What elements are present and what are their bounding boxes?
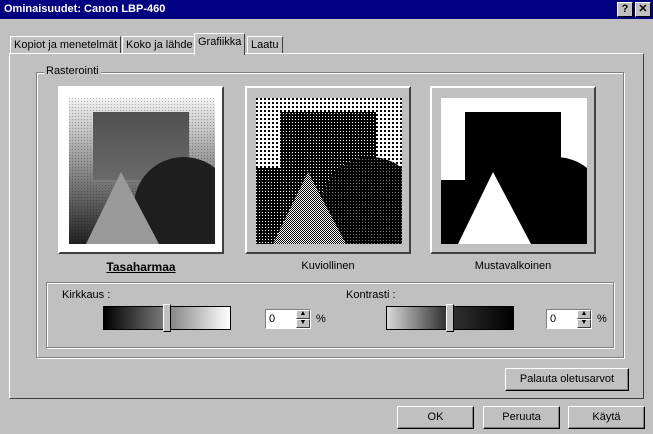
ok-button[interactable]: OK [397,406,474,429]
close-button[interactable]: ✕ [635,2,651,17]
window-title: Ominaisuudet: Canon LBP-460 [4,3,166,15]
tab-laatu[interactable]: Laatu [247,36,283,53]
apply-button[interactable]: Käytä [568,406,645,429]
option-kuviollinen-label[interactable]: Kuviollinen [245,260,411,272]
tab-kopiot[interactable]: Kopiot ja menetelmät [10,36,122,53]
option-tasaharmaa-label[interactable]: Tasaharmaa [58,260,224,274]
spin-up-arrow-icon[interactable]: ▲ [296,310,310,319]
preview-mustavalkoinen[interactable] [430,86,596,254]
reset-defaults-button[interactable]: Palauta oletusarvot [505,368,629,391]
spin-down-arrow-icon[interactable]: ▼ [296,319,310,328]
tab-koko[interactable]: Koko ja lähde [122,36,197,53]
option-mustavalkoinen-label[interactable]: Mustavalkoinen [430,260,596,272]
patterned-preview-image [256,98,402,244]
contrast-value[interactable]: 0 [550,313,556,325]
brightness-value[interactable]: 0 [269,313,275,325]
brightness-slider[interactable] [103,304,231,332]
brightness-unit: % [316,313,326,325]
contrast-unit: % [597,313,607,325]
preview-kuviollinen[interactable] [245,86,411,254]
spin-up-arrow-icon[interactable]: ▲ [577,310,591,319]
properties-dialog: Ominaisuudet: Canon LBP-460 ? ✕ Kopiot j… [0,0,653,434]
contrast-label: Kontrasti : [346,289,396,301]
brightness-slider-thumb[interactable] [163,304,171,332]
contrast-spinbox[interactable]: 0 ▲ ▼ [546,309,592,329]
black-white-preview-image [441,98,587,244]
spin-down-arrow-icon[interactable]: ▼ [577,319,591,328]
help-button[interactable]: ? [617,2,633,17]
contrast-slider-thumb[interactable] [446,304,454,332]
tab-grafiikka[interactable]: Grafiikka [194,33,246,55]
brightness-spinbox[interactable]: 0 ▲ ▼ [265,309,311,329]
brightness-label: Kirkkaus : [62,289,111,301]
grayscale-preview-image [69,98,215,244]
preview-tasaharmaa[interactable] [58,86,224,254]
title-bar: Ominaisuudet: Canon LBP-460 ? ✕ [0,0,653,19]
cancel-button[interactable]: Peruuta [483,406,560,429]
contrast-slider[interactable] [386,304,514,332]
raster-group-title: Rasterointi [44,65,101,77]
